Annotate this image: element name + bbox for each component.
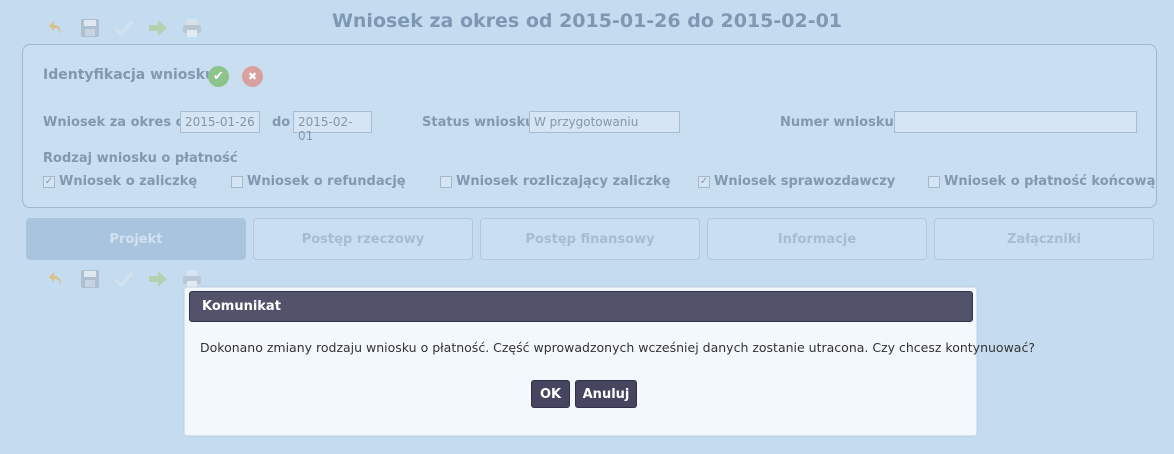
undo-icon[interactable] — [44, 267, 68, 291]
dialog-title: Komunikat — [189, 291, 973, 322]
save-icon[interactable] — [78, 267, 102, 291]
tab-zalaczniki[interactable]: Załączniki — [934, 218, 1154, 260]
payment-type-final[interactable]: Wniosek o płatność końcową — [928, 174, 1155, 189]
ok-button[interactable]: OK — [531, 380, 570, 408]
payment-type-refund[interactable]: Wniosek o refundację — [231, 174, 406, 189]
payment-type-advance[interactable]: ✓ Wniosek o zaliczkę — [43, 174, 197, 189]
payment-type-settlement[interactable]: Wniosek rozliczający zaliczkę — [440, 174, 671, 189]
checkbox-unchecked[interactable] — [928, 175, 940, 188]
tab-postep-rzeczowy[interactable]: Postęp rzeczowy — [253, 218, 473, 260]
period-to-field[interactable]: 2015-02-01 — [293, 111, 372, 143]
confirm-check-icon[interactable]: ✔ — [208, 66, 229, 87]
period-to-label: do — [272, 115, 291, 130]
period-label: Wniosek za okres od — [43, 115, 194, 130]
payment-type-label: Rodzaj wniosku o płatność — [43, 151, 238, 166]
check-icon[interactable] — [112, 267, 136, 291]
tab-postep-finansowy[interactable]: Postęp finansowy — [480, 218, 700, 260]
tab-projekt[interactable]: Projekt — [26, 218, 246, 260]
status-label: Status wniosku — [422, 115, 535, 130]
payment-type-report[interactable]: ✓ Wniosek sprawozdawczy — [698, 174, 895, 189]
status-field[interactable]: W przygotowaniu — [529, 111, 680, 133]
tab-informacje[interactable]: Informacje — [707, 218, 927, 260]
checkbox-unchecked[interactable] — [231, 175, 243, 188]
cancel-cross-icon[interactable]: ✖ — [242, 66, 263, 87]
dialog-message: Dokonano zmiany rodzaju wniosku o płatno… — [200, 340, 1035, 355]
checkbox-checked[interactable]: ✓ — [698, 175, 710, 188]
cancel-button[interactable]: Anuluj — [575, 380, 637, 408]
period-from-field[interactable]: 2015-01-26 — [180, 111, 260, 133]
page-title: Wniosek za okres od 2015-01-26 do 2015-0… — [331, 10, 843, 32]
secondary-toolbar — [44, 267, 204, 291]
number-field[interactable] — [894, 111, 1137, 133]
identification-title: Identyfikacja wniosku — [43, 67, 215, 83]
message-dialog: Komunikat Dokonano zmiany rodzaju wniosk… — [184, 287, 1035, 436]
checkbox-checked[interactable]: ✓ — [43, 175, 55, 188]
identification-panel: Identyfikacja wniosku ✔ ✖ Wniosek za okr… — [22, 44, 1157, 208]
number-label: Numer wniosku — [780, 115, 894, 130]
checkbox-unchecked[interactable] — [440, 175, 452, 188]
forward-arrow-icon[interactable] — [146, 267, 170, 291]
